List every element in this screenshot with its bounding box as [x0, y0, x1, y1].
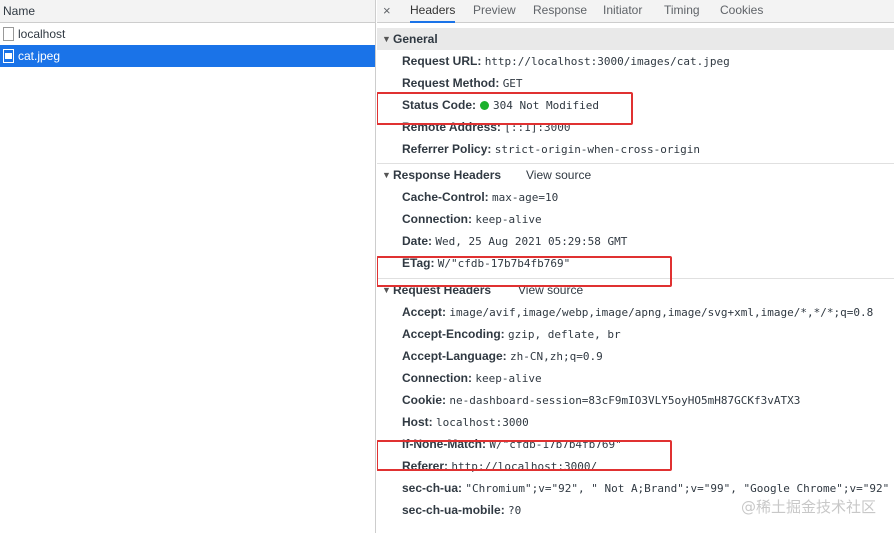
header-value: [::1]:3000	[504, 121, 571, 134]
header-key: Referrer Policy:	[402, 142, 492, 156]
header-value: W/"cfdb-17b7b4fb769"	[437, 257, 571, 270]
header-value: ne-dashboard-session=83cF9mIO3VLY5oyHO5m…	[449, 394, 801, 407]
tab-response[interactable]: Response	[533, 0, 587, 23]
request-name: cat.jpeg	[18, 49, 61, 63]
header-row: Host: localhost:3000	[377, 411, 894, 433]
header-key: Accept:	[402, 305, 447, 319]
header-row: Cache-Control: max-age=10	[377, 186, 894, 208]
header-row-if-none-match: If-None-Match: W/"cfdb-17b7b4fb769"	[377, 433, 894, 455]
header-value: gzip, deflate, br	[508, 328, 621, 341]
response-headers-section-header[interactable]: ▼ Response Headers View source	[377, 164, 894, 186]
header-key: Accept-Encoding:	[402, 327, 505, 341]
view-source-link[interactable]: View source	[526, 164, 591, 186]
header-value: keep-alive	[475, 213, 542, 226]
header-key: Request URL:	[402, 54, 482, 68]
request-headers-section-header[interactable]: ▼ Request Headers View source	[377, 279, 894, 301]
header-key: Accept-Language:	[402, 349, 507, 363]
header-row-etag: ETag: W/"cfdb-17b7b4fb769"	[377, 252, 894, 274]
header-key: Referer:	[402, 459, 449, 473]
header-key: If-None-Match:	[402, 437, 486, 451]
name-column-header[interactable]: Name	[0, 0, 375, 23]
general-section-header[interactable]: ▼ General	[377, 28, 894, 50]
header-value: 304 Not Modified	[493, 99, 599, 112]
details-pane: × Headers Preview Response Initiator Tim…	[377, 0, 894, 533]
document-icon	[3, 27, 14, 41]
header-value: image/avif,image/webp,image/apng,image/s…	[449, 306, 874, 319]
header-key: ETag:	[402, 256, 435, 270]
header-value: Wed, 25 Aug 2021 05:29:58 GMT	[435, 235, 628, 248]
tab-cookies[interactable]: Cookies	[720, 0, 763, 23]
header-value: keep-alive	[475, 372, 542, 385]
header-key: Remote Address:	[402, 120, 501, 134]
header-value: ?0	[508, 504, 522, 517]
header-value: max-age=10	[492, 191, 559, 204]
tab-headers[interactable]: Headers	[410, 0, 456, 23]
section-title: General	[393, 32, 438, 46]
status-ok-dot-icon	[480, 101, 490, 110]
collapse-triangle-icon: ▼	[382, 285, 391, 295]
header-key: Status Code:	[402, 98, 477, 112]
section-title: Response Headers	[393, 168, 502, 182]
header-row-status: Status Code: 304 Not Modified	[377, 94, 894, 116]
header-row: Request Method: GET	[377, 72, 894, 94]
close-icon[interactable]: ×	[383, 3, 391, 18]
header-key: sec-ch-ua-mobile:	[402, 503, 505, 517]
header-key: Host:	[402, 415, 433, 429]
header-key: Connection:	[402, 212, 472, 226]
tab-preview[interactable]: Preview	[473, 0, 516, 23]
tab-initiator[interactable]: Initiator	[603, 0, 642, 23]
header-row: Accept-Encoding: gzip, deflate, br	[377, 323, 894, 345]
header-row: Connection: keep-alive	[377, 208, 894, 230]
image-file-icon	[3, 49, 14, 63]
header-row: Connection: keep-alive	[377, 367, 894, 389]
section-title: Request Headers	[393, 283, 492, 297]
header-key: Connection:	[402, 371, 472, 385]
request-row-cat-jpeg[interactable]: cat.jpeg	[0, 45, 375, 67]
header-value: zh-CN,zh;q=0.9	[510, 350, 603, 363]
header-row: Cookie: ne-dashboard-session=83cF9mIO3VL…	[377, 389, 894, 411]
tab-timing[interactable]: Timing	[664, 0, 700, 23]
header-value: localhost:3000	[436, 416, 529, 429]
header-value: http://localhost:3000/images/cat.jpeg	[484, 55, 730, 68]
header-row: Remote Address: [::1]:3000	[377, 116, 894, 138]
header-row: Date: Wed, 25 Aug 2021 05:29:58 GMT	[377, 230, 894, 252]
header-value: W/"cfdb-17b7b4fb769"	[489, 438, 622, 451]
collapse-triangle-icon: ▼	[382, 34, 391, 44]
header-row: Referer: http://localhost:3000/	[377, 455, 894, 477]
header-value: strict-origin-when-cross-origin	[494, 143, 701, 156]
header-value: GET	[502, 77, 523, 90]
details-tab-bar: × Headers Preview Response Initiator Tim…	[377, 0, 894, 23]
header-row: Request URL: http://localhost:3000/image…	[377, 50, 894, 72]
header-row: Accept: image/avif,image/webp,image/apng…	[377, 301, 894, 323]
header-key: Date:	[402, 234, 433, 248]
collapse-triangle-icon: ▼	[382, 170, 391, 180]
header-key: Cookie:	[402, 393, 447, 407]
header-key: sec-ch-ua:	[402, 481, 463, 495]
request-list-pane: Name localhost cat.jpeg	[0, 0, 376, 533]
header-value: "Chromium";v="92", " Not A;Brand";v="99"…	[465, 482, 890, 495]
header-row: Referrer Policy: strict-origin-when-cros…	[377, 138, 894, 160]
request-name: localhost	[18, 27, 66, 41]
header-key: Request Method:	[402, 76, 500, 90]
watermark-text: @稀土掘金技术社区	[740, 498, 876, 516]
header-key: Cache-Control:	[402, 190, 489, 204]
view-source-link[interactable]: View source	[518, 279, 583, 301]
header-value: http://localhost:3000/	[451, 460, 598, 473]
request-row-localhost[interactable]: localhost	[0, 23, 375, 45]
header-row: Accept-Language: zh-CN,zh;q=0.9	[377, 345, 894, 367]
